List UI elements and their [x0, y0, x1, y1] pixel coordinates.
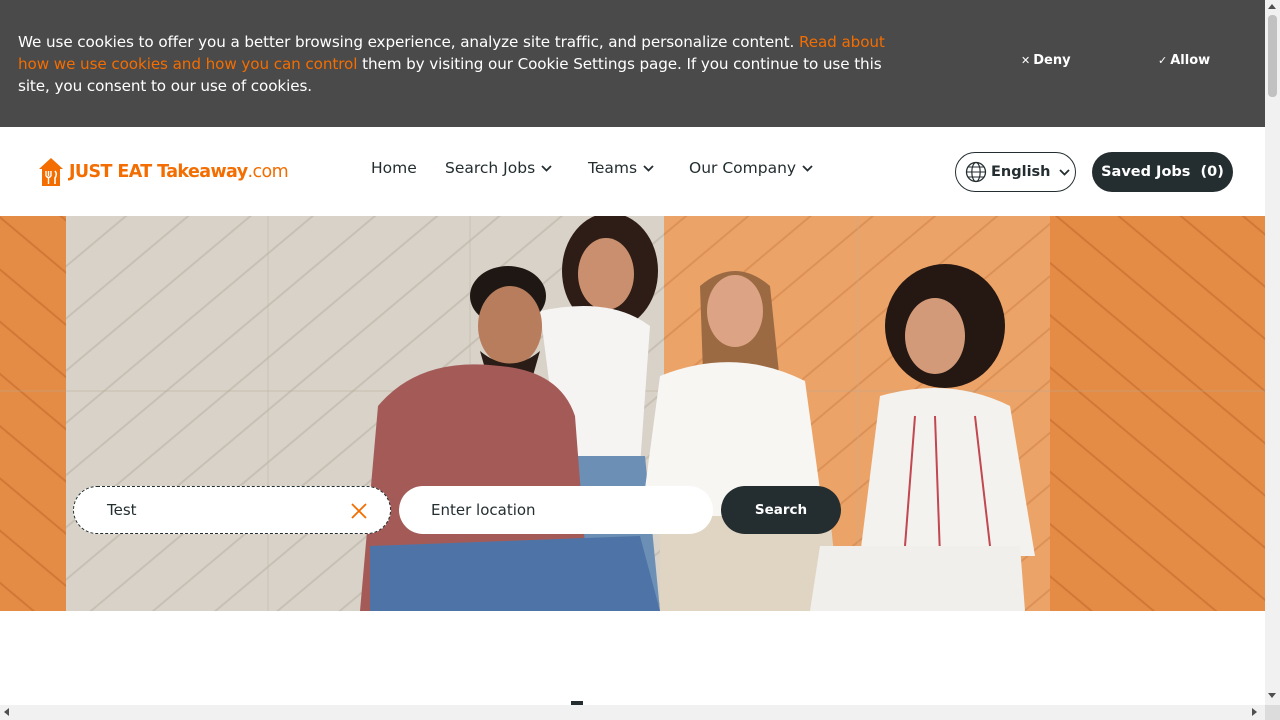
logo-text-suffix: .com — [247, 162, 289, 182]
house-logo-icon — [39, 158, 63, 186]
deny-cookies-button[interactable]: ✕ Deny — [1021, 53, 1071, 68]
nav-search-jobs-label: Search Jobs — [445, 159, 536, 177]
horizontal-scrollbar[interactable] — [0, 705, 1265, 720]
close-icon: ✕ — [1021, 54, 1031, 67]
language-label: English — [991, 164, 1051, 180]
allow-cookies-button[interactable]: ✓ Allow — [1158, 53, 1210, 68]
logo-text: JUST EAT Takeaway.com — [69, 162, 289, 182]
cookie-banner: We use cookies to offer you a better bro… — [0, 0, 1265, 127]
language-selector[interactable]: English — [955, 152, 1076, 192]
check-icon: ✓ — [1158, 54, 1168, 67]
nav-home-label: Home — [371, 159, 417, 177]
keyword-search-input[interactable]: Test — [73, 486, 391, 534]
saved-jobs-button[interactable]: Saved Jobs (0) — [1092, 152, 1233, 192]
cookie-text-start: We use cookies to offer you a better bro… — [18, 33, 799, 51]
nav-our-company-label: Our Company — [689, 159, 797, 177]
logo-text-main: JUST EAT Takeaway — [69, 162, 248, 182]
chevron-down-icon — [802, 164, 813, 172]
keyword-input-value: Test — [107, 501, 137, 519]
scroll-up-arrow-icon[interactable] — [1268, 4, 1276, 9]
scrollbar-corner — [1265, 705, 1280, 720]
vertical-scrollbar[interactable] — [1265, 0, 1280, 705]
vertical-scroll-thumb[interactable] — [1268, 15, 1277, 97]
site-header: JUST EAT Takeaway.com Home Search Jobs T… — [0, 127, 1265, 216]
search-button-label: Search — [754, 502, 808, 518]
scroll-down-arrow-icon[interactable] — [1268, 693, 1276, 698]
cookie-message: We use cookies to offer you a better bro… — [18, 31, 888, 97]
location-input[interactable]: Enter location — [399, 486, 713, 534]
search-button[interactable]: Search — [721, 486, 841, 534]
chevron-down-icon — [643, 164, 654, 172]
chevron-down-icon — [1058, 168, 1070, 176]
nav-search-jobs[interactable]: Search Jobs — [445, 159, 552, 177]
site-logo[interactable]: JUST EAT Takeaway.com — [38, 155, 289, 189]
scroll-left-arrow-icon[interactable] — [4, 708, 9, 716]
clear-icon[interactable] — [350, 502, 368, 520]
nav-our-company[interactable]: Our Company — [689, 159, 813, 177]
globe-icon — [965, 161, 987, 183]
location-placeholder: Enter location — [431, 501, 536, 519]
hero-team-photo — [0, 216, 1265, 611]
nav-teams-label: Teams — [588, 159, 638, 177]
nav-home[interactable]: Home — [371, 159, 417, 177]
chevron-down-icon — [541, 164, 552, 172]
allow-label: Allow — [1170, 53, 1211, 68]
saved-jobs-count: (0) — [1200, 164, 1224, 180]
hero-banner — [0, 216, 1265, 611]
deny-label: Deny — [1033, 53, 1071, 68]
saved-jobs-label: Saved Jobs — [1101, 164, 1191, 180]
nav-teams[interactable]: Teams — [588, 159, 654, 177]
scroll-right-arrow-icon[interactable] — [1252, 708, 1257, 716]
